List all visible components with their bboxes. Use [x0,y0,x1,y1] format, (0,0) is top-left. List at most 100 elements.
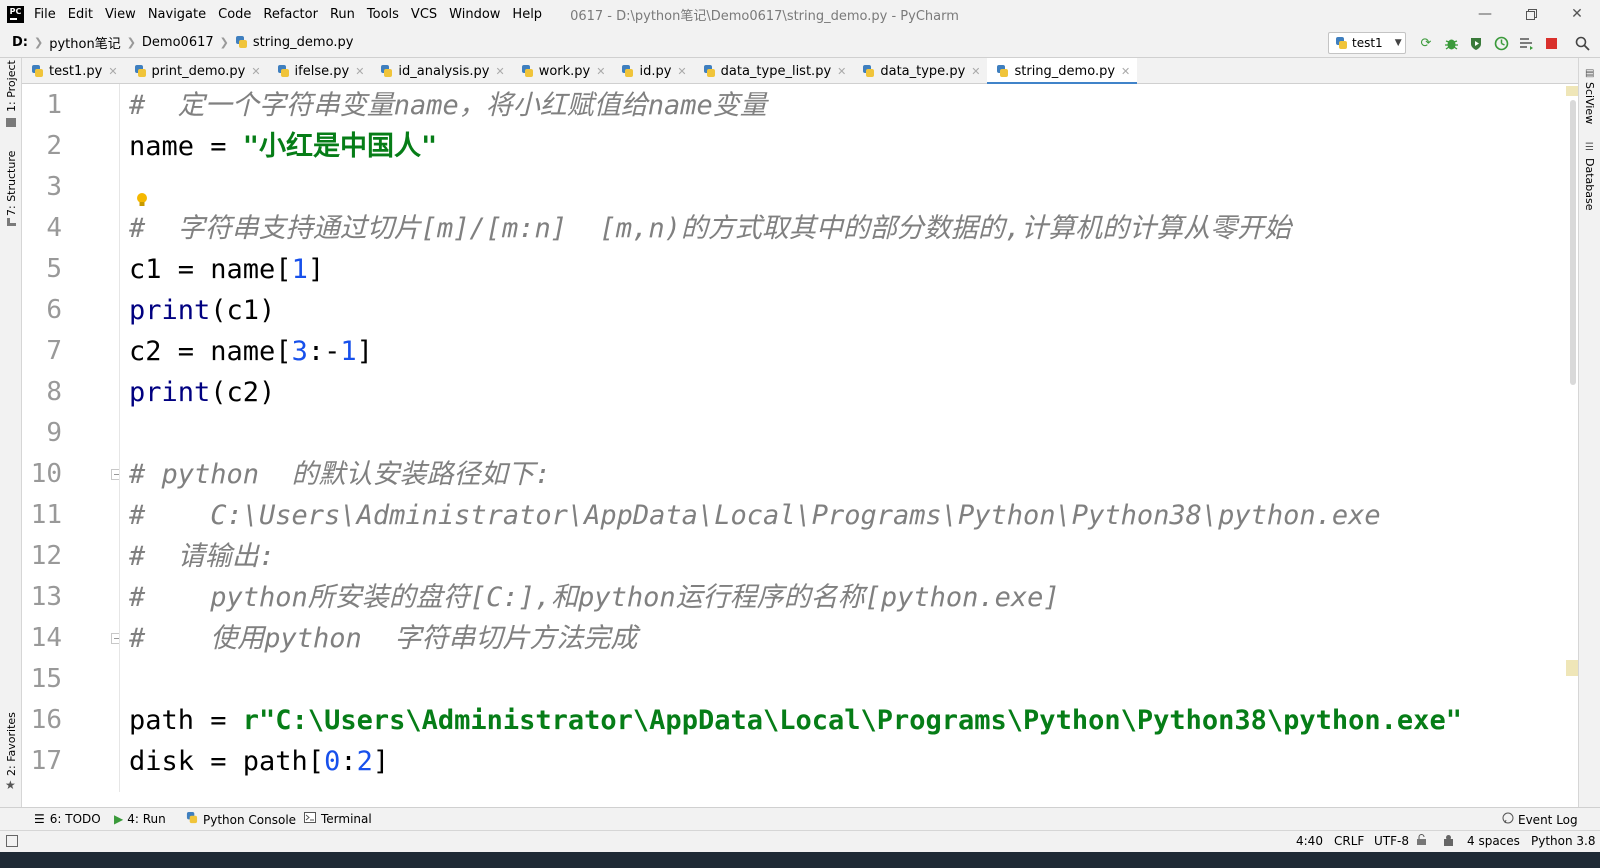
close-tab-icon[interactable]: ✕ [837,65,846,78]
pycharm-logo: PC [7,5,24,23]
tab-ifelse[interactable]: ifelse.py ✕ [268,58,372,84]
menu-file[interactable]: File [34,7,56,22]
chevron-right-icon: ❯ [34,36,44,49]
tab-string-demo[interactable]: string_demo.py ✕ [987,58,1138,85]
scrollbar-thumb[interactable] [1570,100,1576,385]
navigation-bar: D: ❯ python笔记 ❯ Demo0617 ❯ string_demo.p… [0,28,1600,58]
close-window-icon[interactable]: ✕ [1554,0,1600,28]
python-file-icon [703,64,716,78]
menu-window[interactable]: Window [449,7,500,22]
sciview-tool-button[interactable]: SciView [1583,82,1596,124]
fold-marker-icon[interactable] [111,469,119,480]
string-literal: r"C:\Users\Administrator\AppData\Local\P… [242,705,1462,736]
run-tool-button[interactable]: ▶ 4: Run [114,812,166,826]
fold-marker-icon[interactable] [111,633,119,644]
run-with-coverage-icon[interactable] [1468,35,1484,51]
line-number: 12 [30,541,62,571]
database-tool-button[interactable]: Database [1583,158,1596,211]
tab-label: test1.py [49,63,103,79]
line-separator[interactable]: CRLF [1334,834,1364,848]
close-tab-icon[interactable]: ✕ [355,65,364,78]
tab-id[interactable]: id.py ✕ [612,58,693,84]
menu-vcs[interactable]: VCS [411,7,437,22]
restore-icon[interactable] [1508,0,1554,28]
menu-run[interactable]: Run [330,7,355,22]
menu-edit[interactable]: Edit [68,7,93,22]
chevron-right-icon: ❯ [219,36,229,49]
search-icon[interactable] [1574,35,1590,51]
code-token: c1 = name[ [129,254,292,285]
file-encoding[interactable]: UTF-8 [1374,834,1409,848]
menu-code[interactable]: Code [218,7,251,22]
line-number: 9 [46,418,62,448]
close-tab-icon[interactable]: ✕ [971,65,980,78]
chevron-right-icon: ❯ [126,36,136,49]
error-stripe-marker[interactable] [1566,660,1578,676]
error-stripe-marker[interactable] [1566,86,1578,96]
line-number: 2 [46,131,62,161]
project-tool-button[interactable]: 1: Project [5,60,18,112]
breadcrumb-folder[interactable]: python笔记 [49,33,120,52]
menu-view[interactable]: View [105,7,136,22]
terminal-tool-button[interactable]: Terminal [304,812,372,826]
tab-test1[interactable]: test1.py ✕ [22,58,125,84]
lock-icon[interactable] [1416,834,1427,849]
todo-label: 6: TODO [49,812,101,826]
profile-icon[interactable] [1493,35,1509,51]
lightbulb-icon[interactable] [136,192,148,208]
os-taskbar [0,852,1600,868]
inspector-icon[interactable] [1442,834,1455,850]
minimize-icon[interactable]: — [1462,0,1508,28]
line-number: 11 [30,500,62,530]
menu-refactor[interactable]: Refactor [263,7,318,22]
python-console-tool-button[interactable]: Python Console [186,812,296,827]
python-file-icon [621,64,634,78]
caret-position[interactable]: 4:40 [1296,834,1323,848]
debug-icon[interactable] [1443,35,1459,51]
tab-id-analysis[interactable]: id_analysis.py ✕ [371,58,511,84]
python-file-icon [380,64,393,78]
breadcrumb-file[interactable]: string_demo.py [235,35,353,50]
menu-help[interactable]: Help [512,7,542,22]
close-tab-icon[interactable]: ✕ [1121,65,1130,78]
breadcrumb-project[interactable]: Demo0617 [142,35,214,50]
breadcrumb: D: ❯ python笔记 ❯ Demo0617 ❯ string_demo.p… [12,33,353,52]
status-bar: 4:40 CRLF UTF-8 4 spaces Python 3.8 [0,830,1600,852]
close-tab-icon[interactable]: ✕ [495,65,504,78]
menu-tools[interactable]: Tools [367,7,399,22]
structure-tool-button[interactable]: 7: Structure [5,151,18,216]
stop-icon[interactable] [1543,35,1559,51]
code-token: ] [356,336,373,367]
tab-data-type[interactable]: data_type.py ✕ [853,58,987,84]
event-log-label: Event Log [1518,812,1578,827]
code-line-10: # python 的默认安装路径如下: [129,459,551,490]
python-interpreter[interactable]: Python 3.8 [1531,834,1596,848]
favorites-tool-button[interactable]: 2: Favorites [5,712,18,776]
close-tab-icon[interactable]: ✕ [108,65,117,78]
python-file-icon [862,64,875,78]
close-tab-icon[interactable]: ✕ [251,65,260,78]
tab-print-demo[interactable]: print_demo.py ✕ [125,58,268,84]
number-literal: 1 [340,336,357,367]
tab-data-type-list[interactable]: data_type_list.py ✕ [694,58,854,84]
tab-work[interactable]: work.py ✕ [512,58,613,84]
number-literal: 1 [291,254,308,285]
code-token: : [340,746,357,777]
python-config-icon [1335,36,1348,50]
rerun-icon[interactable]: ⟳ [1418,35,1434,51]
breadcrumb-drive[interactable]: D: [12,35,28,50]
close-tab-icon[interactable]: ✕ [677,65,686,78]
tool-windows-toggle-icon[interactable] [6,835,18,847]
terminal-icon [304,812,316,826]
todo-tool-button[interactable]: ☰ 6: TODO [34,812,101,826]
line-number: 8 [46,377,62,407]
editor-tab-bar: test1.py ✕ print_demo.py ✕ ifelse.py ✕ id_a… [22,58,1578,85]
tool-window-bar: ☰ 6: TODO ▶ 4: Run Python Console Terminal… [0,807,1600,830]
code-editor[interactable]: # 定一个字符串变量name，将小红赋值给name变量 name = "小红是中… [120,84,1564,792]
run-config-select[interactable]: test1 ▼ [1328,32,1406,54]
close-tab-icon[interactable]: ✕ [596,65,605,78]
indentation[interactable]: 4 spaces [1467,834,1520,848]
concurrency-icon[interactable] [1518,35,1534,51]
event-log-tool-button[interactable]: Event Log [1502,812,1578,827]
menu-navigate[interactable]: Navigate [148,7,206,22]
